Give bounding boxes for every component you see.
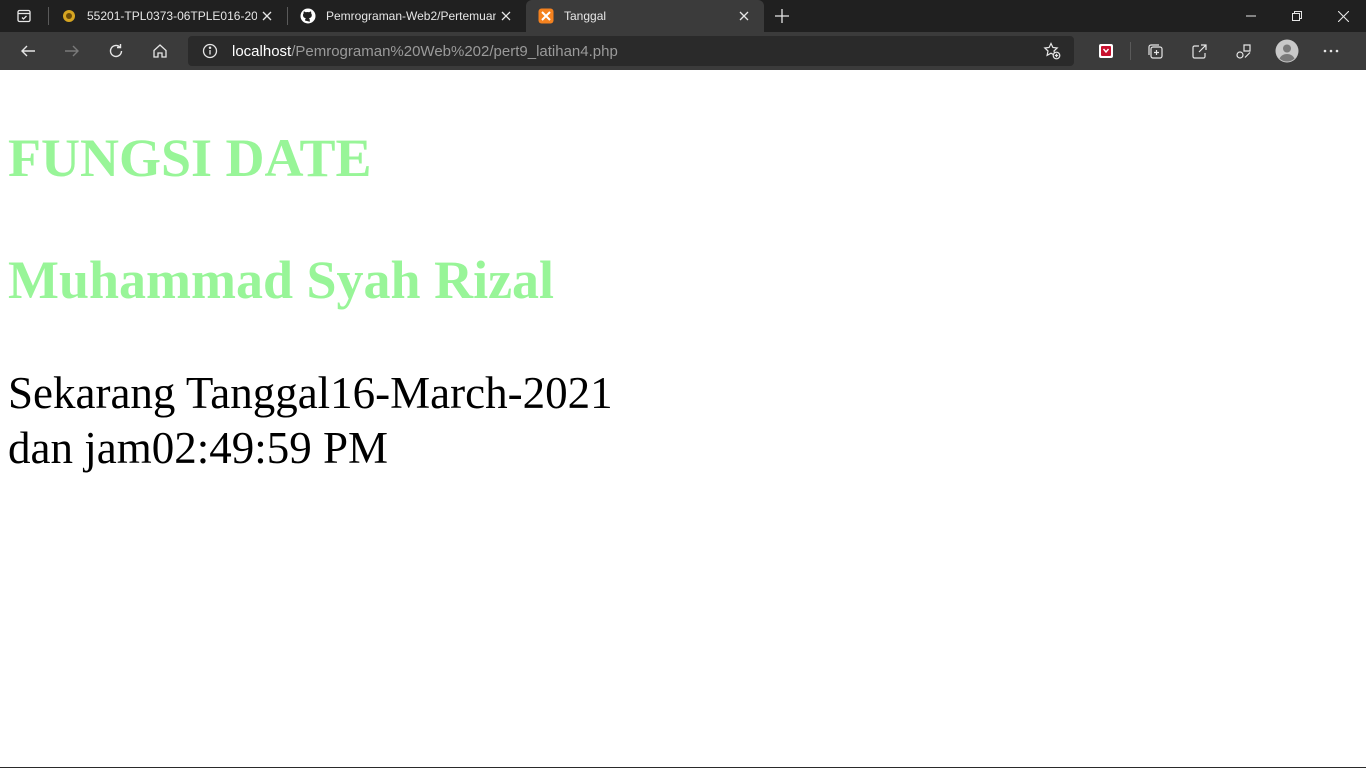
feedback-icon[interactable] (1221, 32, 1265, 70)
refresh-icon[interactable] (94, 32, 138, 70)
tab-title: 55201-TPL0373-06TPLE016-2020 (87, 9, 257, 23)
tab-title: Tanggal (564, 9, 607, 23)
xampp-icon (538, 8, 554, 24)
page-content: FUNGSI DATE Muhammad Syah Rizal Sekarang… (0, 70, 1366, 767)
close-window-icon[interactable] (1320, 0, 1366, 32)
time-line: dan jam02:49:59 PM (8, 423, 388, 473)
new-tab-icon[interactable] (764, 0, 800, 32)
toolbar-right (1084, 32, 1353, 70)
back-arrow-icon[interactable] (6, 32, 50, 70)
minimize-icon[interactable] (1228, 0, 1274, 32)
page-title: FUNGSI DATE (8, 128, 372, 188)
profile-icon[interactable] (1265, 32, 1309, 70)
add-favorite-icon[interactable] (1040, 39, 1064, 63)
github-icon (300, 8, 316, 24)
forward-arrow-icon[interactable] (50, 32, 94, 70)
info-icon[interactable] (200, 41, 220, 61)
url-text[interactable]: localhost/Pemrograman%20Web%202/pert9_la… (232, 43, 1040, 60)
restore-icon[interactable] (1274, 0, 1320, 32)
tab-moodle[interactable]: 55201-TPL0373-06TPLE016-2020 (49, 0, 287, 32)
url-host: localhost (232, 42, 292, 60)
browser-toolbar: localhost/Pemrograman%20Web%202/pert9_la… (0, 32, 1366, 70)
extension-icon[interactable] (1084, 32, 1128, 70)
date-time-text: Sekarang Tanggal16-March-2021 dan jam02:… (8, 366, 613, 476)
url-path: /Pemrograman%20Web%202/pert9_latihan4.ph… (291, 42, 618, 60)
home-icon[interactable] (138, 32, 182, 70)
tab-title: Pemrograman-Web2/Pertemuan (326, 9, 496, 23)
tab-tanggal[interactable]: Tanggal (526, 0, 764, 32)
share-icon[interactable] (1177, 32, 1221, 70)
more-icon[interactable] (1309, 32, 1353, 70)
close-icon[interactable] (734, 6, 754, 26)
date-line: Sekarang Tanggal16-March-2021 (8, 368, 613, 418)
author-name: Muhammad Syah Rizal (8, 250, 555, 310)
close-icon[interactable] (496, 6, 516, 26)
tab-github[interactable]: Pemrograman-Web2/Pertemuan (288, 0, 526, 32)
tab-actions-icon[interactable] (0, 0, 48, 32)
toolbar-separator (1130, 42, 1131, 60)
close-icon[interactable] (257, 6, 277, 26)
address-bar[interactable]: localhost/Pemrograman%20Web%202/pert9_la… (188, 36, 1074, 66)
tab-strip: 55201-TPL0373-06TPLE016-2020 Pemrograman… (0, 0, 1366, 32)
collections-icon[interactable] (1133, 32, 1177, 70)
window-controls (1228, 0, 1366, 32)
university-favicon-icon (61, 8, 77, 24)
